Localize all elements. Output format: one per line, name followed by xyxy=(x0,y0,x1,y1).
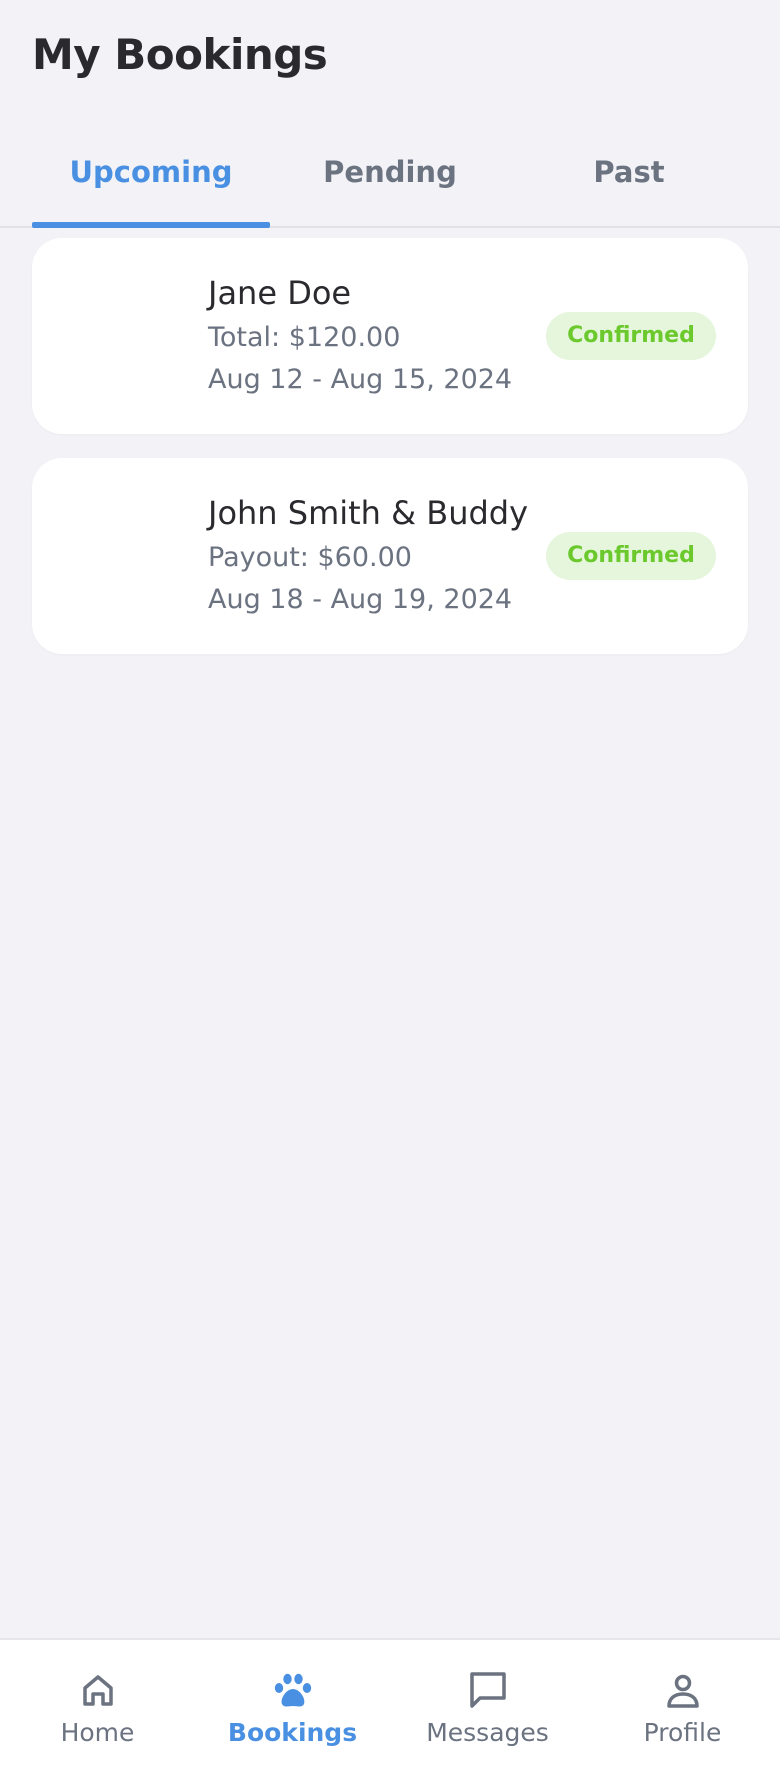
booking-client-name: Jane Doe xyxy=(208,274,352,312)
booking-dates: Aug 12 - Aug 15, 2024 xyxy=(208,364,513,395)
message-icon xyxy=(469,1672,506,1708)
booking-dates: Aug 18 - Aug 19, 2024 xyxy=(208,584,513,615)
page-title: My Bookings xyxy=(32,30,328,79)
status-badge: Confirmed xyxy=(546,532,716,580)
tab-past-label: Past xyxy=(593,155,665,189)
booking-card[interactable]: John Smith & Buddy Payout: $60.00 Aug 18… xyxy=(32,458,748,654)
paw-icon xyxy=(274,1673,311,1707)
nav-item-messages[interactable]: Messages xyxy=(390,1640,585,1770)
profile-icon xyxy=(666,1674,699,1708)
nav-label-home: Home xyxy=(60,1718,135,1747)
tab-pending[interactable]: Pending xyxy=(271,136,509,226)
booking-card[interactable]: Jane Doe Total: $120.00 Aug 12 - Aug 15,… xyxy=(32,238,748,434)
tab-pending-label: Pending xyxy=(323,155,457,189)
tab-past[interactable]: Past xyxy=(510,136,748,226)
home-icon xyxy=(82,1675,113,1706)
nav-label-profile: Profile xyxy=(643,1718,722,1747)
booking-amount: Payout: $60.00 xyxy=(208,542,412,573)
bottom-navigation: Home Bookings Messages Profile xyxy=(0,1638,780,1770)
nav-item-profile[interactable]: Profile xyxy=(585,1640,780,1770)
booking-tabs: Upcoming Pending Past xyxy=(0,136,780,228)
tab-upcoming[interactable]: Upcoming xyxy=(32,136,270,228)
nav-item-home[interactable]: Home xyxy=(0,1640,195,1770)
active-tab-indicator xyxy=(32,222,270,228)
booking-amount: Total: $120.00 xyxy=(208,322,401,353)
booking-client-name: John Smith & Buddy xyxy=(208,494,529,532)
tab-upcoming-label: Upcoming xyxy=(69,155,233,189)
nav-label-messages: Messages xyxy=(426,1718,549,1747)
status-badge: Confirmed xyxy=(546,312,716,360)
nav-item-bookings[interactable]: Bookings xyxy=(195,1640,390,1770)
nav-label-bookings: Bookings xyxy=(227,1718,358,1747)
